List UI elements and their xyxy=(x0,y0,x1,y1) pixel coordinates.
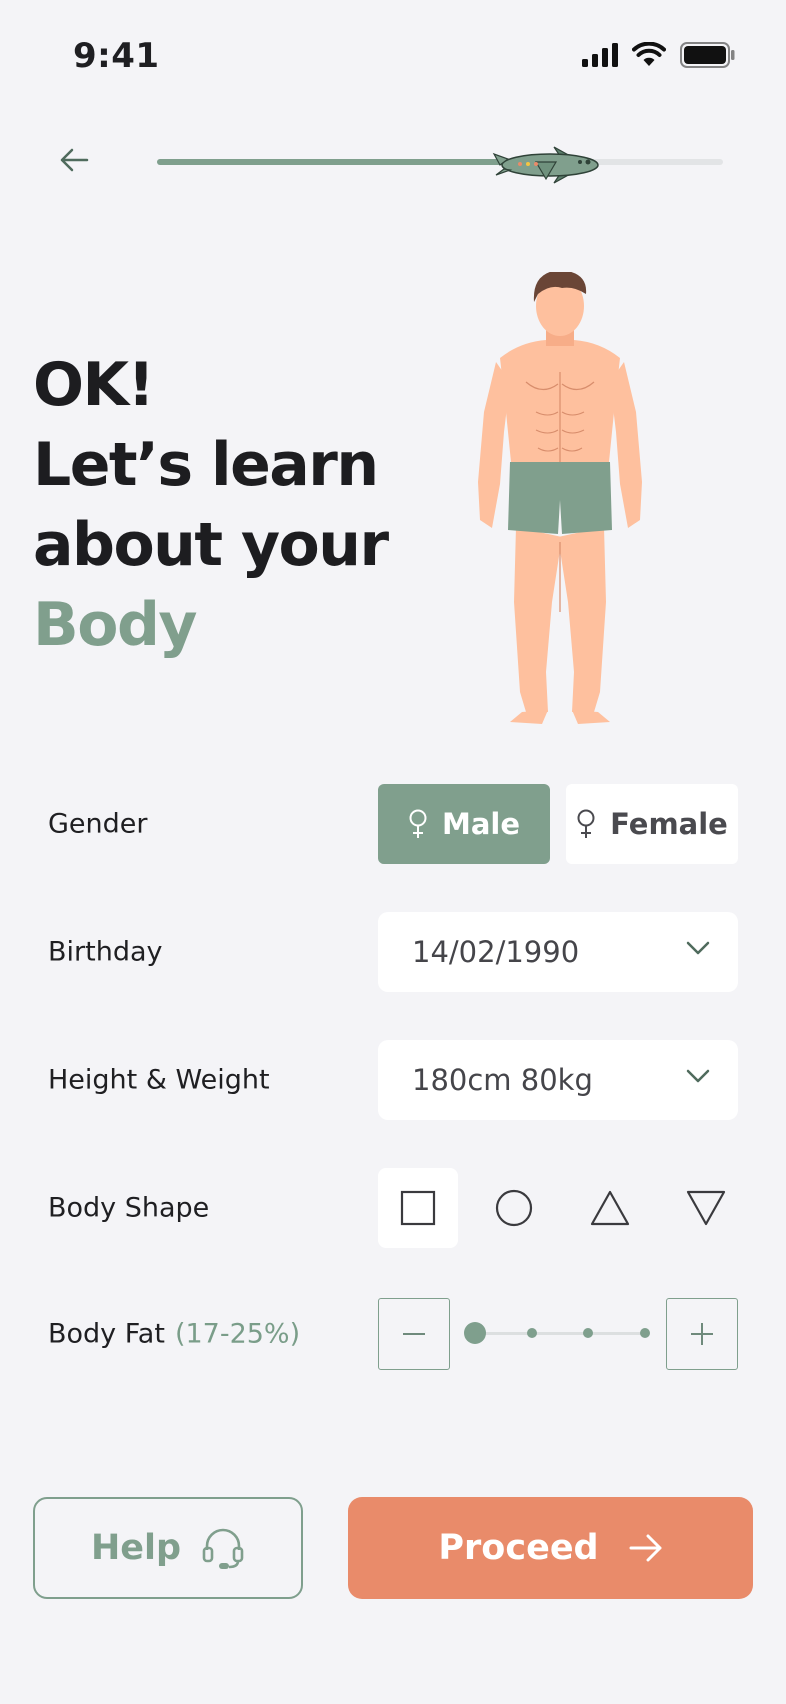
help-button[interactable]: Help xyxy=(33,1497,303,1599)
headset-icon xyxy=(202,1528,244,1569)
arrow-left-icon xyxy=(60,148,89,172)
body-fat-decrease-button[interactable] xyxy=(378,1298,450,1370)
proceed-label: Proceed xyxy=(438,1528,599,1568)
height-weight-dropdown[interactable]: 180cm 80kg xyxy=(378,1040,738,1120)
plus-icon xyxy=(691,1323,713,1345)
body-shape-circle[interactable] xyxy=(474,1168,554,1248)
birthday-dropdown[interactable]: 14/02/1990 xyxy=(378,912,738,992)
body-shape-label: Body Shape xyxy=(48,1192,210,1224)
progress-fill xyxy=(157,159,548,165)
airplane-icon xyxy=(492,146,599,184)
birthday-row: Birthday 14/02/1990 xyxy=(0,912,786,992)
height-weight-value: 180cm 80kg xyxy=(412,1063,593,1097)
page-title: OK! Let’s learn about your Body xyxy=(33,345,389,665)
female-symbol-icon xyxy=(577,809,595,838)
circle-icon xyxy=(495,1189,533,1227)
minus-icon xyxy=(403,1333,425,1335)
body-shape-row: Body Shape xyxy=(0,1168,786,1248)
arrow-right-icon xyxy=(629,1534,662,1562)
body-shape-triangle[interactable] xyxy=(570,1168,650,1248)
battery-icon xyxy=(680,42,735,68)
status-time: 9:41 xyxy=(73,36,160,76)
body-fat-range: (17-25%) xyxy=(174,1318,301,1350)
inverted-triangle-icon xyxy=(686,1190,726,1226)
body-shape-square[interactable] xyxy=(378,1168,458,1248)
body-fat-step-dot[interactable] xyxy=(583,1328,594,1338)
body-illustration xyxy=(478,272,642,724)
body-fat-step-dot[interactable] xyxy=(526,1328,537,1338)
gender-row: Gender Male Female xyxy=(0,784,786,864)
title-line-2: Let’s learn xyxy=(33,430,379,500)
height-weight-row: Height & Weight 180cm 80kg xyxy=(0,1040,786,1120)
proceed-button[interactable]: Proceed xyxy=(348,1497,753,1599)
progress-bar xyxy=(157,146,723,184)
birthday-label: Birthday xyxy=(48,936,163,968)
body-shape-inverted-triangle[interactable] xyxy=(666,1168,746,1248)
birthday-value: 14/02/1990 xyxy=(412,935,580,969)
square-icon xyxy=(400,1190,436,1226)
status-icons xyxy=(582,42,736,68)
gender-female-label: Female xyxy=(610,807,728,841)
body-fat-step-dot[interactable] xyxy=(640,1328,650,1338)
body-fat-slider[interactable] xyxy=(464,1322,650,1344)
chevron-down-icon xyxy=(686,1069,710,1083)
gender-label: Gender xyxy=(48,808,148,840)
body-fat-title: Body Fat xyxy=(48,1318,165,1350)
chevron-down-icon xyxy=(686,941,710,955)
body-fat-slider-knob[interactable] xyxy=(464,1322,486,1344)
body-fat-row: Body Fat (17-25%) xyxy=(0,1298,786,1370)
status-bar: 9:41 xyxy=(0,0,786,112)
body-fat-increase-button[interactable] xyxy=(666,1298,738,1370)
title-line-1: OK! xyxy=(33,350,155,420)
triangle-icon xyxy=(590,1190,630,1226)
gender-female-button[interactable]: Female xyxy=(566,784,738,864)
gender-male-label: Male xyxy=(441,807,521,841)
top-nav xyxy=(0,130,786,190)
wifi-icon xyxy=(632,42,666,66)
gender-male-button[interactable]: Male xyxy=(378,784,550,864)
title-accent: Body xyxy=(33,590,198,660)
body-fat-label: Body Fat (17-25%) xyxy=(48,1319,300,1350)
help-label: Help xyxy=(90,1528,182,1568)
signal-icon xyxy=(582,43,618,67)
female-symbol-icon xyxy=(409,809,427,838)
height-weight-label: Height & Weight xyxy=(48,1064,270,1096)
back-button[interactable] xyxy=(52,138,96,182)
title-line-3: about your xyxy=(33,510,389,580)
